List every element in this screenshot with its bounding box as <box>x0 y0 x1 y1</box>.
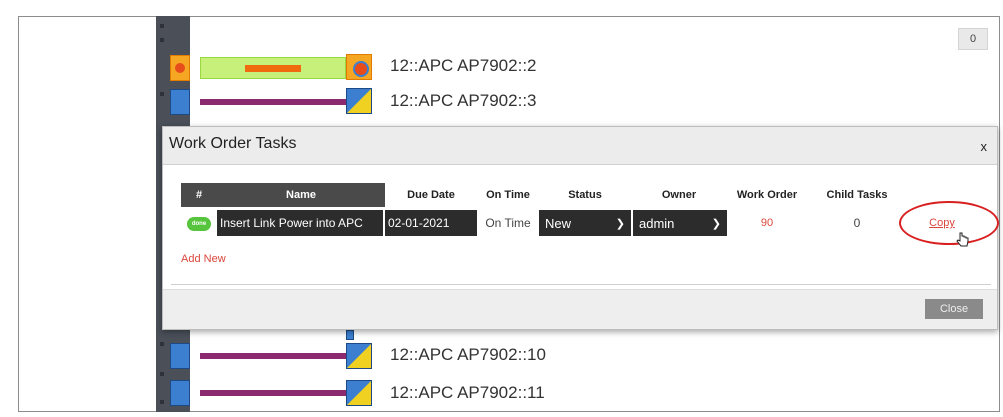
divider <box>171 284 991 285</box>
add-new-link[interactable]: Add New <box>181 253 226 265</box>
target-port-2[interactable] <box>346 54 372 80</box>
cable[interactable] <box>200 390 346 396</box>
target-port-3[interactable] <box>346 88 372 114</box>
row-name-cell: Insert Link Power into APC <box>217 207 385 239</box>
owner-select[interactable]: admin ❯ <box>633 210 727 236</box>
status-select[interactable]: New ❯ <box>539 210 631 236</box>
counter-badge[interactable]: 0 <box>958 28 988 50</box>
row-due-date-cell: 02-01-2021 <box>385 207 477 239</box>
modal-title: Work Order Tasks <box>169 135 297 152</box>
owner-select-value: admin <box>639 215 675 231</box>
status-select-value: New <box>545 215 572 231</box>
source-port-3[interactable] <box>170 89 190 115</box>
col-header-status: Status <box>539 183 631 207</box>
tasks-table: # Name Due Date On Time Status Owner Wor… <box>181 183 977 239</box>
rail-mount-hole <box>160 92 164 96</box>
partial-port <box>346 330 354 340</box>
source-port-2[interactable] <box>170 55 190 81</box>
col-header-child-tasks: Child Tasks <box>807 183 907 207</box>
annotation-highlight-circle <box>899 201 999 245</box>
row-on-time-cell: On Time <box>477 207 539 239</box>
work-order-link[interactable]: 90 <box>761 217 773 229</box>
source-port-10[interactable] <box>170 343 190 369</box>
port-label-3: 12::APC AP7902::3 <box>390 91 537 110</box>
highlighted-cable[interactable] <box>200 57 346 79</box>
modal-footer: Close <box>163 289 997 329</box>
port-label-2: 12::APC AP7902::2 <box>390 56 537 75</box>
modal-header: Work Order Tasks x <box>163 127 997 165</box>
rail-mount-hole <box>160 24 164 28</box>
col-header-name: Name <box>217 183 385 207</box>
rail-mount-hole <box>160 372 164 376</box>
row-owner-cell: admin ❯ <box>631 207 727 239</box>
row-status-select-cell: New ❯ <box>539 207 631 239</box>
rail-mount-hole <box>160 400 164 404</box>
on-time-value: On Time <box>485 216 531 230</box>
rail-mount-hole <box>160 38 164 42</box>
col-header-on-time: On Time <box>477 183 539 207</box>
target-port-10[interactable] <box>346 343 372 369</box>
task-name-field[interactable]: Insert Link Power into APC <box>217 210 383 236</box>
child-tasks-count: 0 <box>853 216 861 230</box>
row-work-order-cell: 90 <box>727 207 807 239</box>
cable[interactable] <box>200 99 346 105</box>
port-label-11: 12::APC AP7902::11 <box>390 383 545 402</box>
close-icon[interactable]: x <box>981 139 988 154</box>
col-header-work-order: Work Order <box>727 183 807 207</box>
status-badge: done <box>187 216 211 231</box>
hand-cursor-icon <box>956 232 969 247</box>
table-header-row: # Name Due Date On Time Status Owner Wor… <box>181 183 977 207</box>
work-order-tasks-modal: Work Order Tasks x # Name Due Date On Ti… <box>162 126 999 330</box>
rail-mount-hole <box>160 342 164 346</box>
due-date-field[interactable]: 02-01-2021 <box>385 210 477 236</box>
col-header-owner: Owner <box>631 183 727 207</box>
source-port-11[interactable] <box>170 380 190 406</box>
col-header-number: # <box>181 183 217 207</box>
row-status-cell: done <box>181 207 217 239</box>
col-header-due-date: Due Date <box>385 183 477 207</box>
table-row: done Insert Link Power into APC 02-01-20… <box>181 207 977 239</box>
target-port-11[interactable] <box>346 380 372 406</box>
chevron-down-icon: ❯ <box>615 217 625 230</box>
row-child-tasks-cell: 0 <box>807 207 907 239</box>
port-label-10: 12::APC AP7902::10 <box>390 345 546 364</box>
cable[interactable] <box>200 353 346 359</box>
close-button[interactable]: Close <box>925 299 983 319</box>
chevron-down-icon: ❯ <box>711 217 721 230</box>
